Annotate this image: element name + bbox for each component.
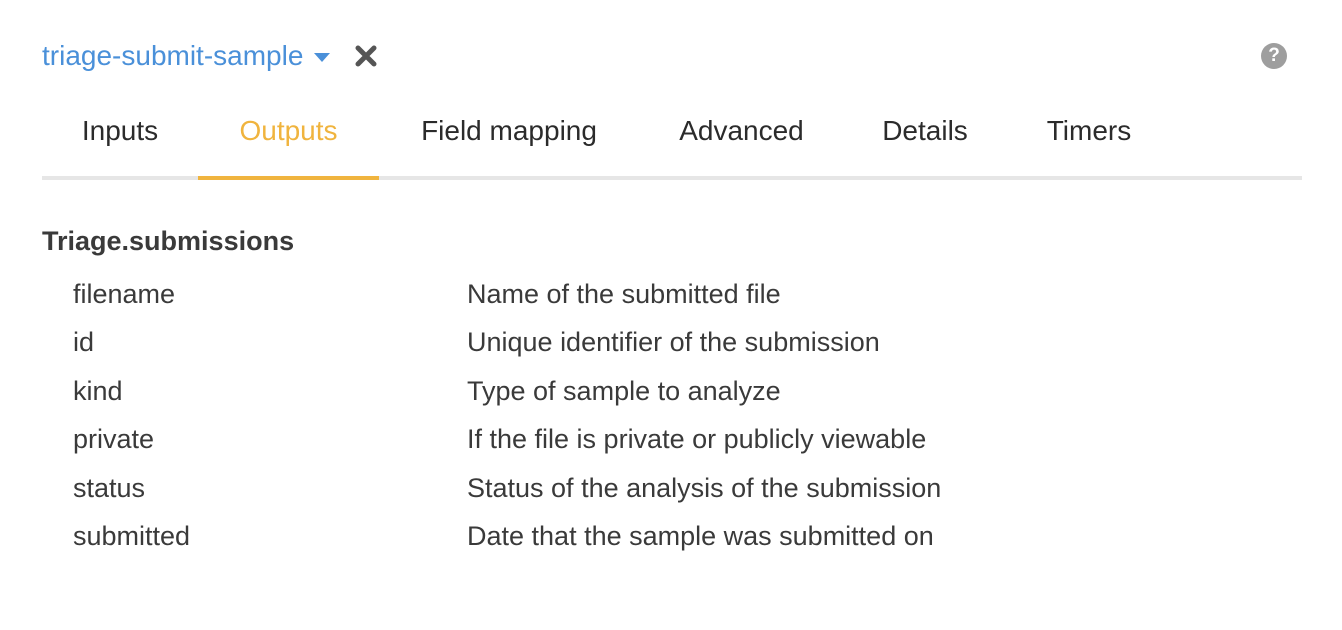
header: triage-submit-sample xyxy=(42,36,378,76)
output-description: Status of the analysis of the submission xyxy=(467,472,942,503)
output-row: filename Name of the submitted file xyxy=(73,270,1073,319)
caret-down-icon[interactable] xyxy=(314,52,331,62)
close-icon[interactable] xyxy=(354,44,378,68)
tab-bar: Inputs Outputs Field mapping Advanced De… xyxy=(42,100,1302,180)
output-name: kind xyxy=(73,375,123,406)
outputs-section-title: Triage.submissions xyxy=(42,226,295,256)
output-name: submitted xyxy=(73,521,191,552)
output-description: Unique identifier of the submission xyxy=(467,327,880,358)
output-description: If the file is private or publicly viewa… xyxy=(467,424,927,455)
output-row: kind Type of sample to analyze xyxy=(73,367,1073,416)
tab-inputs[interactable]: Inputs xyxy=(42,100,198,176)
output-description: Date that the sample was submitted on xyxy=(467,521,934,552)
output-row: id Unique identifier of the submission xyxy=(73,319,1073,368)
action-name[interactable]: triage-submit-sample xyxy=(42,40,303,72)
output-description: Name of the submitted file xyxy=(467,278,781,309)
output-name: status xyxy=(73,472,146,503)
output-row: private If the file is private or public… xyxy=(73,416,1073,465)
action-name-dropdown[interactable]: triage-submit-sample xyxy=(42,40,331,72)
output-name: id xyxy=(73,327,95,358)
tab-details[interactable]: Details xyxy=(844,100,1006,176)
tab-field-mapping[interactable]: Field mapping xyxy=(379,100,639,176)
output-name: filename xyxy=(73,278,176,309)
tab-timers[interactable]: Timers xyxy=(1006,100,1172,176)
tab-outputs[interactable]: Outputs xyxy=(198,100,379,180)
output-row: status Status of the analysis of the sub… xyxy=(73,464,1073,513)
output-row: submitted Date that the sample was submi… xyxy=(73,513,1073,562)
outputs-list: filename Name of the submitted file id U… xyxy=(73,270,1073,561)
tab-advanced[interactable]: Advanced xyxy=(639,100,844,176)
help-icon[interactable]: ? xyxy=(1261,43,1287,69)
output-name: private xyxy=(73,424,155,455)
output-description: Type of sample to analyze xyxy=(467,375,781,406)
